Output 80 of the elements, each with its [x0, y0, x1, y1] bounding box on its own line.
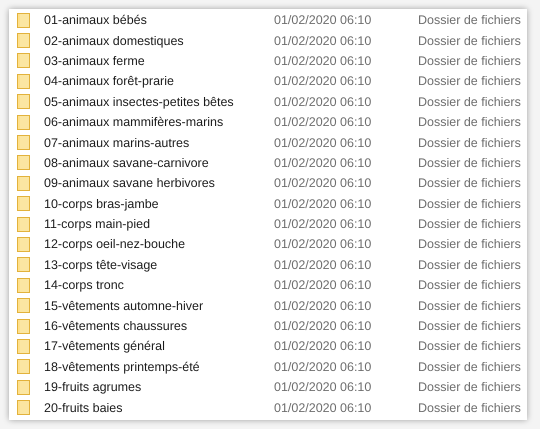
file-type: Dossier de fichiers [418, 74, 522, 88]
file-type: Dossier de fichiers [418, 156, 522, 170]
folder-name[interactable]: 08-animaux savane-carnivore [44, 156, 274, 170]
folder-name[interactable]: 05-animaux insectes-petites bêtes [44, 94, 274, 109]
file-type: Dossier de fichiers [418, 136, 522, 150]
modified-date: 01/02/2020 06:10 [274, 319, 372, 334]
modified-date: 01/02/2020 06:10 [274, 156, 372, 170]
file-type: Dossier de fichiers [418, 34, 522, 48]
folder-icon [17, 74, 30, 89]
folder-name[interactable]: 20-fruits baies [44, 400, 274, 415]
modified-date: 01/02/2020 06:10 [274, 34, 372, 48]
folder-icon [17, 400, 30, 416]
file-type: Dossier de fichiers [418, 278, 522, 292]
folder-name[interactable]: 16-vêtements chaussures [44, 319, 274, 334]
folder-name[interactable]: 09-animaux savane herbivores [44, 176, 274, 190]
folder-icon [17, 176, 30, 191]
folder-name[interactable]: 17-vêtements général [44, 339, 274, 354]
folder-icon [17, 94, 30, 110]
modified-date: 01/02/2020 06:10 [274, 380, 372, 394]
file-type: Dossier de fichiers [418, 258, 522, 272]
folder-name[interactable]: 14-corps tronc [44, 278, 274, 292]
folder-name[interactable]: 12-corps oeil-nez-bouche [44, 237, 274, 252]
folder-icon [17, 257, 30, 272]
folder-icon [17, 298, 30, 314]
file-type: Dossier de fichiers [418, 176, 522, 190]
file-type: Dossier de fichiers [418, 237, 522, 252]
folder-icon [17, 236, 30, 252]
file-type: Dossier de fichiers [418, 54, 522, 68]
modified-date: 01/02/2020 06:10 [274, 94, 372, 109]
modified-date: 01/02/2020 06:10 [274, 115, 372, 130]
modified-date: 01/02/2020 06:10 [274, 258, 372, 272]
modified-date: 01/02/2020 06:10 [274, 278, 372, 292]
folder-icon [17, 135, 30, 150]
file-type: Dossier de fichiers [418, 94, 522, 109]
folder-icon [17, 114, 30, 130]
file-type: Dossier de fichiers [418, 13, 522, 28]
folder-icon [17, 196, 30, 212]
folder-name[interactable]: 11-corps main-pied [44, 217, 274, 232]
folder-icon [17, 216, 30, 232]
file-type: Dossier de fichiers [418, 400, 522, 415]
file-type: Dossier de fichiers [418, 196, 522, 211]
folder-icon [17, 318, 30, 334]
file-type: Dossier de fichiers [418, 217, 522, 232]
folder-icon [17, 359, 30, 374]
modified-date: 01/02/2020 06:10 [274, 196, 372, 211]
modified-date: 01/02/2020 06:10 [274, 136, 372, 150]
folder-icon [17, 278, 30, 293]
folder-icon [17, 380, 30, 395]
folder-name[interactable]: 01-animaux bébés [44, 13, 274, 28]
folder-icon [17, 12, 30, 28]
folder-name[interactable]: 13-corps tête-visage [44, 258, 274, 272]
folder-icon [17, 338, 30, 354]
folder-name[interactable]: 10-corps bras-jambe [44, 196, 274, 211]
modified-date: 01/02/2020 06:10 [274, 176, 372, 190]
folder-name[interactable]: 06-animaux mammifères-marins [44, 115, 274, 130]
file-type: Dossier de fichiers [418, 360, 522, 374]
modified-date: 01/02/2020 06:10 [274, 360, 372, 374]
folder-name[interactable]: 03-animaux ferme [44, 54, 274, 68]
folder-name[interactable]: 19-fruits agrumes [44, 380, 274, 394]
folder-icon [17, 33, 30, 48]
file-type: Dossier de fichiers [418, 319, 522, 334]
folder-name[interactable]: 15-vêtements automne-hiver [44, 298, 274, 313]
modified-date: 01/02/2020 06:10 [274, 54, 372, 68]
folder-name[interactable]: 07-animaux marins-autres [44, 136, 274, 150]
folder-icon [17, 53, 30, 68]
modified-date: 01/02/2020 06:10 [274, 400, 372, 415]
file-type: Dossier de fichiers [418, 380, 522, 394]
folder-name[interactable]: 04-animaux forêt-prarie [44, 74, 274, 88]
file-type: Dossier de fichiers [418, 115, 522, 130]
modified-date: 01/02/2020 06:10 [274, 217, 372, 232]
modified-date: 01/02/2020 06:10 [274, 298, 372, 313]
folder-name[interactable]: 18-vêtements printemps-été [44, 360, 274, 374]
modified-date: 01/02/2020 06:10 [274, 339, 372, 354]
modified-date: 01/02/2020 06:10 [274, 237, 372, 252]
folder-icon [17, 155, 30, 170]
modified-date: 01/02/2020 06:10 [274, 74, 372, 88]
folder-name[interactable]: 02-animaux domestiques [44, 34, 274, 48]
modified-date: 01/02/2020 06:10 [274, 13, 372, 28]
file-type: Dossier de fichiers [418, 339, 522, 354]
file-type: Dossier de fichiers [418, 298, 522, 313]
